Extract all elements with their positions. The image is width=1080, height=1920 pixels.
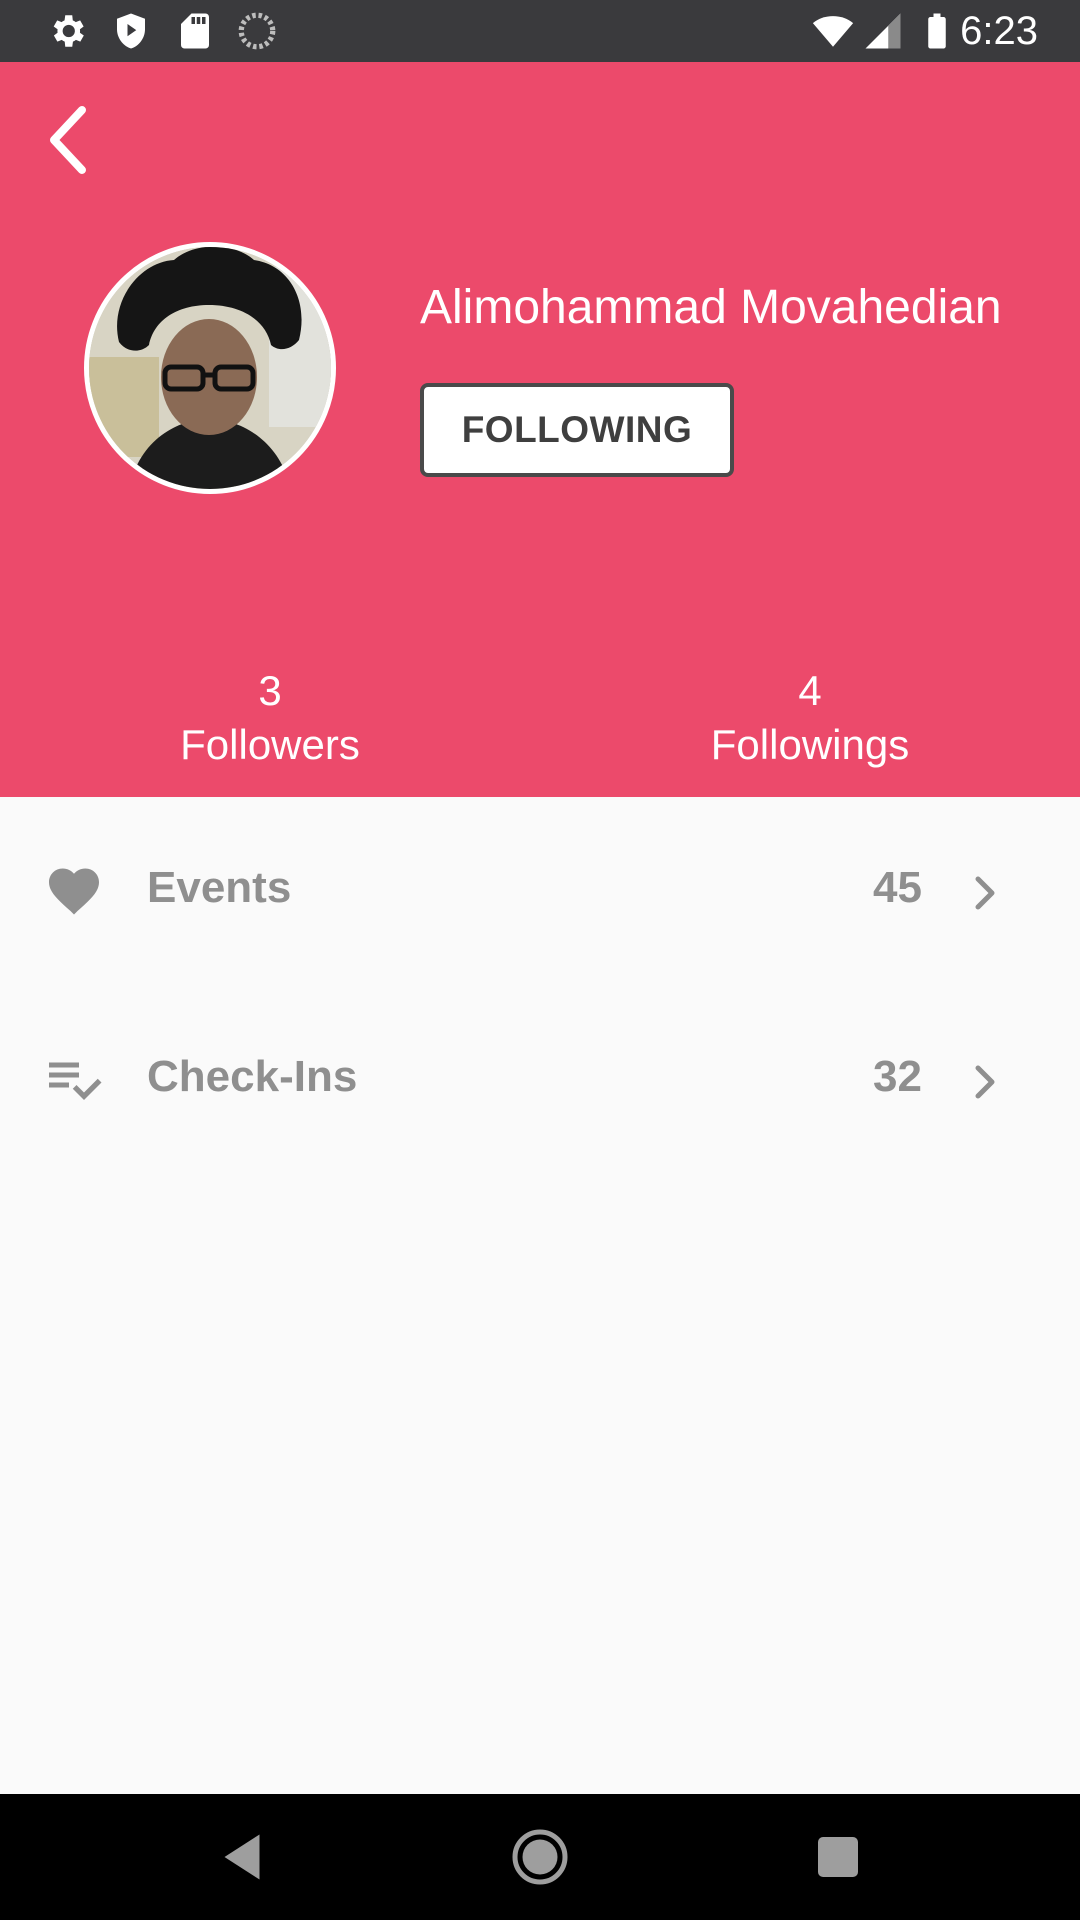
- checkins-row[interactable]: Check-Ins 32: [0, 1007, 1080, 1157]
- home-circle-icon[interactable]: [510, 1827, 570, 1887]
- checkins-label: Check-Ins: [147, 1052, 358, 1101]
- shield-icon: [117, 13, 145, 49]
- wifi-icon: [812, 16, 854, 47]
- followings-count: 4: [798, 667, 822, 714]
- playlist-check-icon: [49, 1062, 102, 1100]
- events-label: Events: [147, 863, 292, 912]
- followers-label: Followers: [180, 721, 360, 768]
- status-time: 6:23: [960, 9, 1038, 53]
- followers-stat[interactable]: 3 Followers: [110, 665, 430, 773]
- avatar-photo: [89, 247, 331, 489]
- settings-icon: [53, 15, 84, 47]
- sync-icon: [238, 12, 276, 50]
- status-bar: 6:23: [0, 0, 1080, 62]
- cell-signal-icon: [865, 13, 901, 49]
- sd-card-icon: [181, 13, 209, 49]
- followers-count: 3: [258, 667, 282, 714]
- followings-label: Followings: [710, 721, 910, 768]
- back-triangle-icon[interactable]: [212, 1827, 272, 1887]
- events-row[interactable]: Events 45: [0, 818, 1080, 968]
- system-nav-bar: [0, 1794, 1080, 1920]
- following-button[interactable]: FOLLOWING: [420, 383, 734, 477]
- profile-header: Alimohammad Movahedian FOLLOWING 3 Follo…: [0, 62, 1080, 797]
- chevron-right-icon: [975, 876, 995, 910]
- profile-name: Alimohammad Movahedian: [420, 281, 1002, 334]
- followings-stat[interactable]: 4 Followings: [650, 665, 970, 773]
- battery-icon: [928, 13, 946, 49]
- chevron-right-icon: [975, 1065, 995, 1099]
- avatar: [84, 242, 336, 494]
- profile-screen: 6:23 Alimohammad Movahedian FOLLOWING 3: [0, 0, 1080, 1920]
- back-button[interactable]: [38, 100, 102, 180]
- recents-square-icon[interactable]: [808, 1827, 868, 1887]
- heart-icon: [49, 868, 99, 915]
- events-count: 45: [873, 863, 922, 912]
- checkins-count: 32: [873, 1052, 922, 1101]
